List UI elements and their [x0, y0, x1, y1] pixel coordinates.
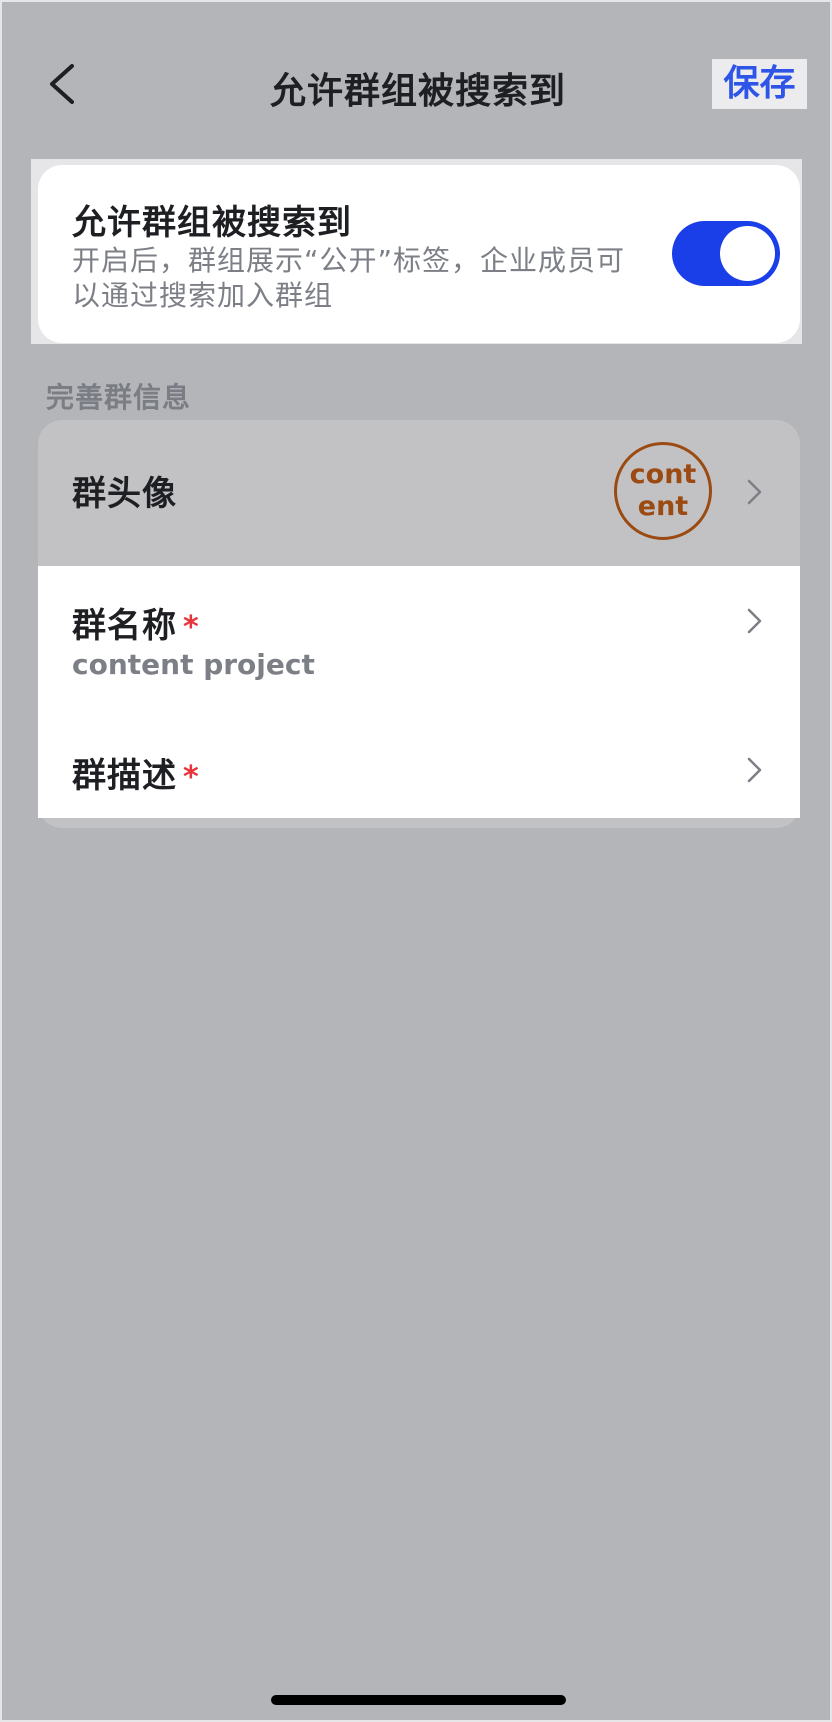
- chevron-right-icon: [747, 608, 762, 634]
- group-description-row[interactable]: 群描述 *: [38, 712, 800, 818]
- save-button[interactable]: 保存: [712, 59, 807, 109]
- toggle-description: 开启后，群组展示“公开”标签，企业成员可以通过搜索加入群组: [72, 244, 626, 312]
- required-mark: *: [183, 760, 200, 795]
- required-mark: *: [183, 610, 200, 645]
- search-toggle-card: 允许群组被搜索到 开启后，群组展示“公开”标签，企业成员可以通过搜索加入群组: [38, 165, 800, 343]
- toggle-title: 允许群组被搜索到: [72, 203, 352, 243]
- avatar-text: content: [629, 459, 697, 522]
- nav-bar: 允许群组被搜索到 保存: [2, 52, 832, 116]
- group-description-label: 群描述 *: [72, 748, 200, 797]
- page-title: 允许群组被搜索到: [269, 71, 566, 112]
- group-avatar-label: 群头像: [72, 474, 177, 514]
- group-name-label-text: 群名称: [72, 606, 177, 646]
- avatar[interactable]: content: [614, 442, 712, 540]
- group-name-label: 群名称 *: [72, 598, 200, 647]
- section-label: 完善群信息: [46, 381, 192, 414]
- home-indicator: [271, 1695, 566, 1705]
- group-avatar-row[interactable]: 群头像 content: [38, 420, 800, 564]
- toggle-knob: [720, 226, 775, 281]
- group-name-value: content project: [72, 648, 315, 681]
- chevron-right-icon: [747, 479, 762, 505]
- group-description-label-text: 群描述: [72, 756, 177, 796]
- group-name-row[interactable]: 群名称 * content project: [38, 566, 800, 696]
- searchable-toggle-switch[interactable]: [672, 221, 780, 286]
- chevron-right-icon: [747, 757, 762, 783]
- screen: 允许群组被搜索到 保存 允许群组被搜索到 开启后，群组展示“公开”标签，企业成员…: [0, 0, 832, 1722]
